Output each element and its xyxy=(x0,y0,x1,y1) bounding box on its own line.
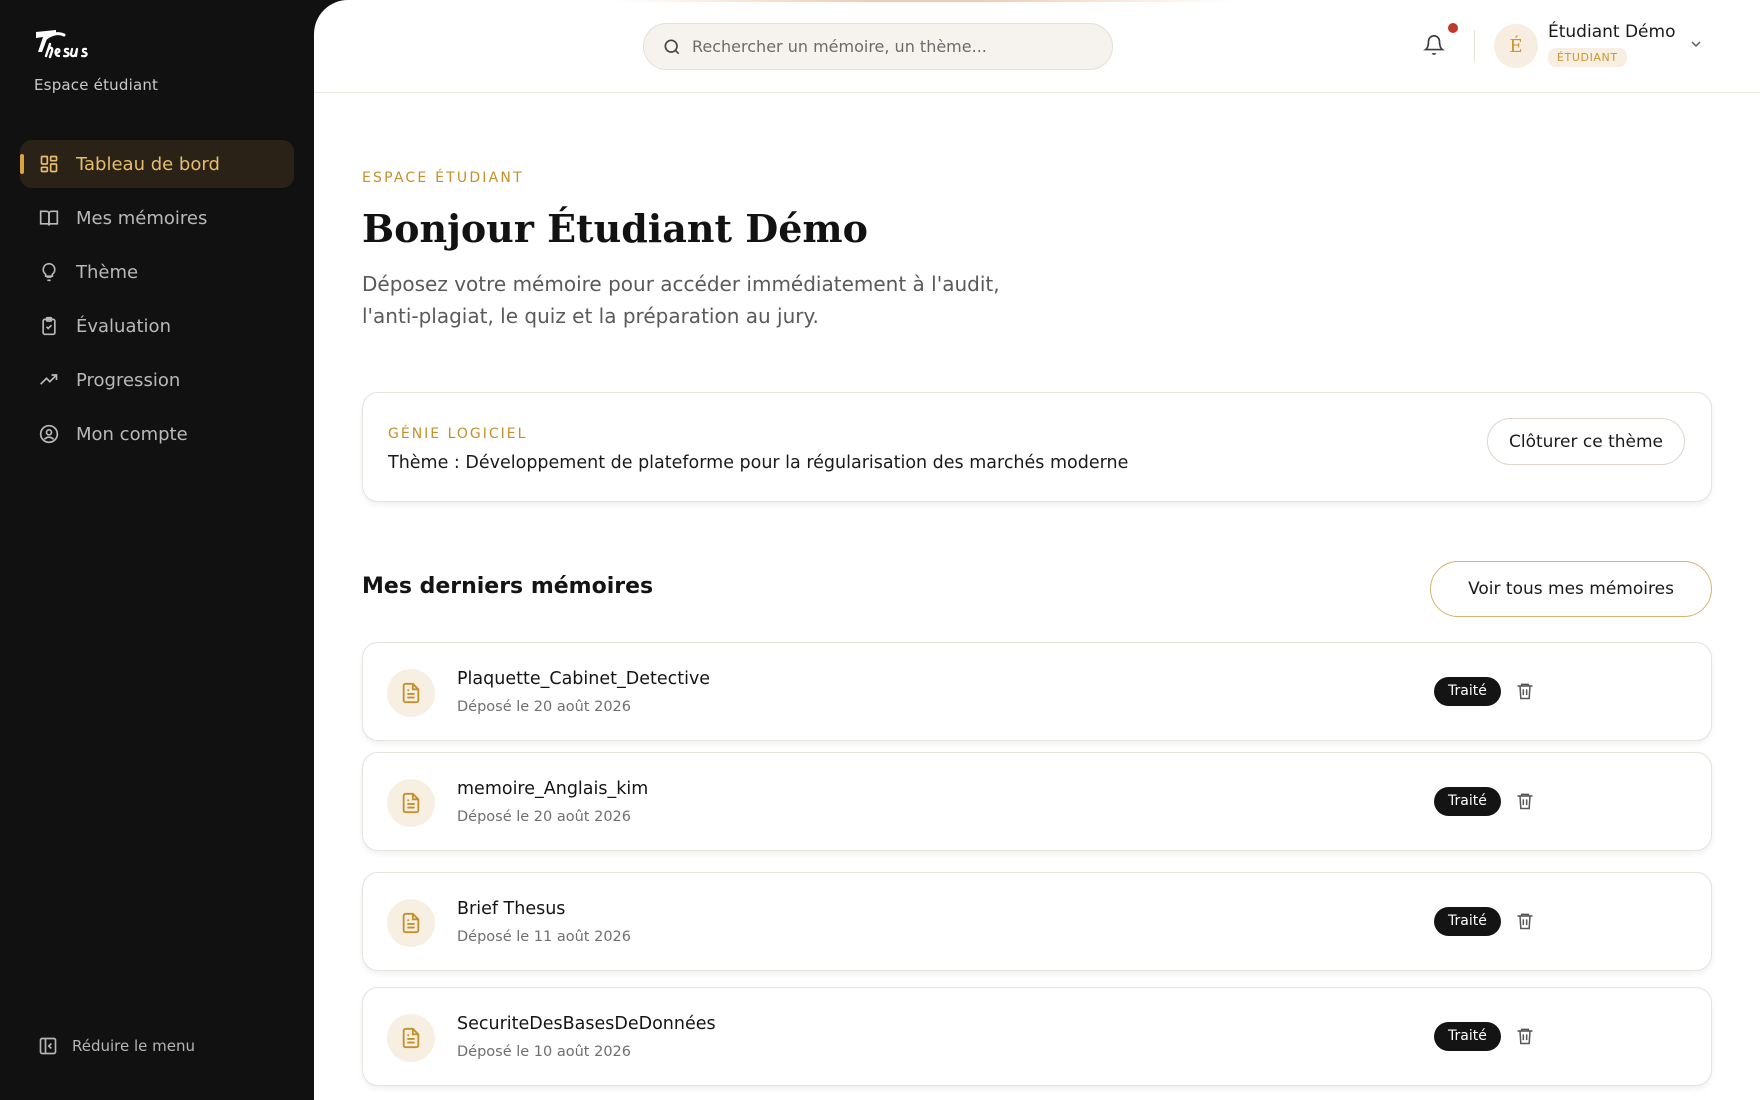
sidebar-item-dashboard[interactable]: Tableau de bord xyxy=(20,140,294,188)
sidebar-item-evaluation[interactable]: Évaluation xyxy=(20,302,294,350)
sidebar-item-label: Tableau de bord xyxy=(76,153,220,175)
sidebar-collapse-icon xyxy=(38,1036,58,1056)
avatar[interactable]: É xyxy=(1494,24,1538,68)
bell-icon xyxy=(1423,35,1445,55)
memoire-date: Déposé le 20 août 2026 xyxy=(457,809,632,825)
top-header: É Étudiant Démo ÉTUDIANT xyxy=(314,0,1760,93)
theme-card: GÉNIE LOGICIEL Thème : Développement de … xyxy=(362,392,1712,502)
sidebar-item-label: Thème xyxy=(76,261,139,283)
sidebar-item-theme[interactable]: Thème xyxy=(20,248,294,296)
page-subtitle: Déposez votre mémoire pour accéder imméd… xyxy=(362,272,1000,328)
collapse-menu-button[interactable]: Réduire le menu xyxy=(38,1036,195,1056)
memoire-name: memoire_Anglais_kim xyxy=(457,779,649,799)
view-all-memoires-button[interactable]: Voir tous mes mémoires xyxy=(1430,561,1712,617)
collapse-menu-label: Réduire le menu xyxy=(72,1037,196,1055)
list-item[interactable]: memoire_Anglais_kim Déposé le 20 août 20… xyxy=(362,752,1712,851)
status-badge: Traité xyxy=(1434,907,1501,936)
dashboard-icon xyxy=(38,153,60,175)
search-bar[interactable] xyxy=(643,23,1113,70)
sidebar-item-label: Mes mémoires xyxy=(76,207,208,229)
trending-up-icon xyxy=(38,369,60,391)
sidebar-space-label: Espace étudiant xyxy=(34,76,159,94)
sidebar-item-progression[interactable]: Progression xyxy=(20,356,294,404)
list-item[interactable]: Plaquette_Cabinet_Detective Déposé le 20… xyxy=(362,642,1712,741)
thesus-logo[interactable] xyxy=(34,26,100,66)
document-icon xyxy=(387,899,435,947)
user-name[interactable]: Étudiant Démo xyxy=(1548,22,1675,42)
trash-icon xyxy=(1517,793,1533,810)
list-item[interactable]: Brief Thesus Déposé le 11 août 2026 Trai… xyxy=(362,872,1712,971)
delete-memoire-button[interactable] xyxy=(1515,791,1537,813)
sidebar-item-label: Progression xyxy=(76,369,181,391)
lightbulb-icon xyxy=(38,261,60,283)
status-badge: Traité xyxy=(1434,787,1501,816)
chevron-down-icon xyxy=(1691,41,1701,47)
page-title: Bonjour Étudiant Démo xyxy=(362,206,868,251)
theme-category: GÉNIE LOGICIEL xyxy=(388,426,528,442)
memoire-name: SecuriteDesBasesDeDonnées xyxy=(457,1014,716,1034)
search-input[interactable] xyxy=(692,37,1092,56)
user-role-badge: ÉTUDIANT xyxy=(1548,48,1627,67)
sidebar-item-mes-memoires[interactable]: Mes mémoires xyxy=(20,194,294,242)
memoire-name: Brief Thesus xyxy=(457,899,566,919)
document-icon xyxy=(387,1014,435,1062)
book-icon xyxy=(38,207,60,229)
delete-memoire-button[interactable] xyxy=(1515,1026,1537,1048)
header-divider xyxy=(1474,30,1475,62)
clipboard-check-icon xyxy=(38,315,60,337)
user-menu-chevron[interactable] xyxy=(1688,36,1706,54)
memoire-name: Plaquette_Cabinet_Detective xyxy=(457,669,711,689)
sidebar-item-mon-compte[interactable]: Mon compte xyxy=(20,410,294,458)
main-content: É Étudiant Démo ÉTUDIANT ESPACE ÉTUDIANT… xyxy=(314,0,1760,1100)
delete-memoire-button[interactable] xyxy=(1515,681,1537,703)
trash-icon xyxy=(1517,683,1533,700)
page-eyebrow: ESPACE ÉTUDIANT xyxy=(362,170,524,186)
memoire-date: Déposé le 11 août 2026 xyxy=(457,929,632,945)
delete-memoire-button[interactable] xyxy=(1515,911,1537,933)
list-item[interactable]: SecuriteDesBasesDeDonnées Déposé le 10 a… xyxy=(362,987,1712,1086)
trash-icon xyxy=(1517,913,1533,930)
trash-icon xyxy=(1517,1028,1533,1045)
sidebar-nav: Tableau de bord Mes mémoires Thème Évalu… xyxy=(20,140,294,464)
status-badge: Traité xyxy=(1434,1022,1501,1051)
status-badge: Traité xyxy=(1434,677,1501,706)
sidebar-item-label: Évaluation xyxy=(76,315,171,337)
section-title: Mes derniers mémoires xyxy=(362,574,654,599)
notification-dot xyxy=(1448,23,1458,33)
document-icon xyxy=(387,779,435,827)
sidebar-item-label: Mon compte xyxy=(76,423,188,445)
document-icon xyxy=(387,669,435,717)
search-icon xyxy=(662,37,682,57)
close-theme-button[interactable]: Clôturer ce thème xyxy=(1487,418,1685,465)
memoire-date: Déposé le 20 août 2026 xyxy=(457,699,632,715)
theme-title: Thème : Développement de plateforme pour… xyxy=(388,453,1129,473)
memoire-date: Déposé le 10 août 2026 xyxy=(457,1044,632,1060)
user-circle-icon xyxy=(38,423,60,445)
sidebar: Espace étudiant Tableau de bord Mes mémo… xyxy=(0,0,314,1100)
notifications-button[interactable] xyxy=(1423,34,1447,58)
